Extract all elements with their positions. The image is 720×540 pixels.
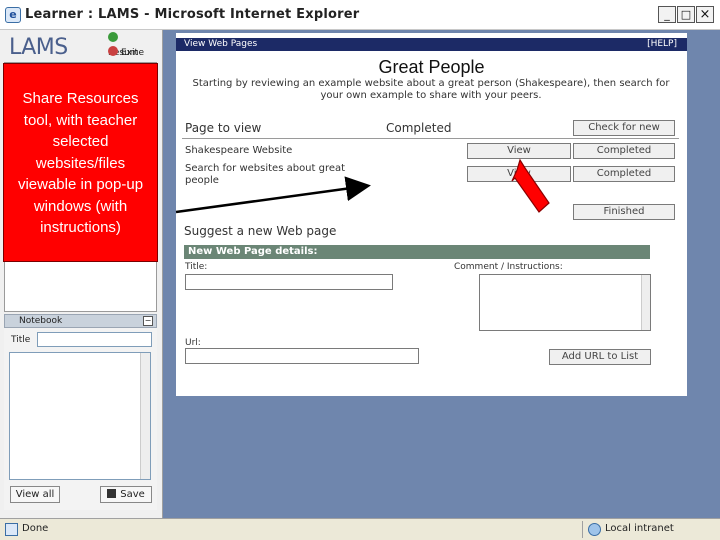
suggest-title: Suggest a new Web page (184, 224, 337, 238)
exit-button[interactable]: Exit (108, 46, 156, 60)
annotation-callout: Share Resources tool, with teacher selec… (3, 63, 158, 262)
comment-textarea[interactable] (479, 274, 651, 331)
notebook-header-label: Notebook (19, 316, 63, 326)
lams-logo: LAMS (9, 35, 68, 60)
window-title: Learner : LAMS - Microsoft Internet Expl… (25, 7, 360, 22)
title-label: Title: (185, 262, 208, 272)
maximize-button[interactable]: □ (677, 6, 695, 23)
save-button[interactable]: Save (100, 486, 152, 503)
status-bar: Done Local intranet (0, 518, 720, 540)
resume-button[interactable]: Resume (108, 32, 156, 58)
notebook-minimize-button[interactable]: − (143, 316, 153, 326)
save-label: Save (120, 489, 145, 500)
completed-button-2[interactable]: Completed (573, 166, 675, 182)
row-name-2: Search for websites about great people (185, 163, 346, 186)
finished-button[interactable]: Finished (573, 204, 675, 220)
view-button-1[interactable]: View (467, 143, 571, 159)
row-name-1: Shakespeare Website (185, 145, 293, 156)
comment-scrollbar[interactable] (641, 275, 650, 330)
title-input[interactable] (185, 274, 393, 290)
url-label: Url: (185, 338, 201, 348)
notebook-scrollbar[interactable] (140, 353, 150, 479)
notebook-textarea[interactable] (9, 352, 151, 480)
completed-button-1[interactable]: Completed (573, 143, 675, 159)
divider (182, 138, 679, 139)
notebook-title-label: Title (11, 335, 31, 345)
exit-label: Exit (121, 48, 139, 58)
status-divider (582, 521, 583, 538)
notebook-panel: Notebook − Title View all Save (4, 314, 157, 510)
help-link[interactable]: [HELP] (647, 39, 677, 49)
url-input[interactable] (185, 348, 419, 364)
close-button[interactable]: × (696, 6, 714, 23)
intranet-zone-icon (588, 523, 601, 536)
column-page-to-view: Page to view (185, 121, 262, 135)
zone-text: Local intranet (605, 523, 674, 534)
details-header: New Web Page details: (184, 245, 650, 259)
page-icon (5, 523, 18, 536)
minimize-button[interactable]: _ (658, 6, 676, 23)
intro-text: Starting by reviewing an example website… (192, 78, 670, 101)
check-for-new-button[interactable]: Check for new (573, 120, 675, 136)
page-title: Great People (378, 57, 485, 77)
main-frame: View Web Pages [HELP] Great People Start… (163, 30, 720, 518)
comment-label: Comment / Instructions: (454, 262, 563, 272)
tool-name: View Web Pages (184, 39, 258, 49)
floppy-icon (107, 489, 117, 498)
view-button-2[interactable]: View (467, 166, 571, 182)
view-all-button[interactable]: View all (10, 486, 60, 503)
ie-icon: e (5, 7, 21, 23)
add-url-button[interactable]: Add URL to List (549, 349, 651, 365)
column-completed: Completed (386, 121, 452, 135)
status-text: Done (22, 523, 49, 534)
title-bar: e Learner : LAMS - Microsoft Internet Ex… (0, 0, 720, 30)
content-page: View Web Pages [HELP] Great People Start… (176, 33, 687, 396)
content-header-bar: View Web Pages [HELP] (176, 38, 687, 51)
exit-icon (108, 46, 118, 56)
notebook-header: Notebook − (4, 314, 157, 328)
notebook-title-input[interactable] (37, 332, 152, 347)
resume-icon (108, 32, 118, 42)
